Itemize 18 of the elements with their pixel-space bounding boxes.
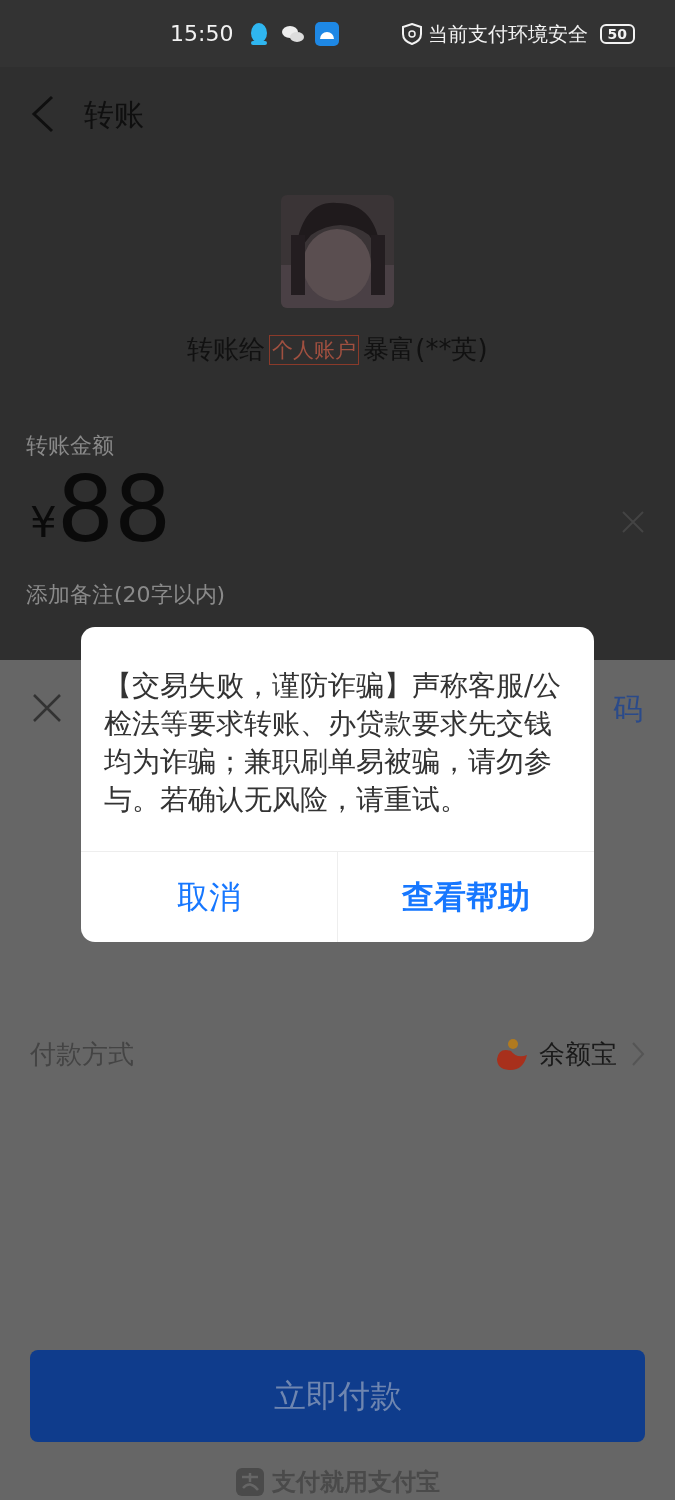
dialog-button[interactable]: 取消 xyxy=(81,852,337,942)
pay-button[interactable]: 立即付款 xyxy=(30,1350,645,1442)
chat-bubbles-icon xyxy=(281,23,306,44)
battery-icon: 50 xyxy=(599,23,635,44)
back-icon[interactable] xyxy=(30,95,54,134)
close-icon[interactable] xyxy=(32,693,62,723)
security-text: 当前支付环境安全 xyxy=(427,20,588,48)
shield-icon xyxy=(401,22,422,45)
payment-method-value[interactable]: 余额宝 xyxy=(539,1034,617,1074)
dialog-button[interactable]: 查看帮助 xyxy=(337,852,594,942)
amount-label: 转账金额 xyxy=(26,432,115,461)
penguin-icon xyxy=(249,21,270,46)
account-type-tag: 个人账户 xyxy=(269,334,360,365)
status-time: 15:50 xyxy=(170,20,234,49)
coin-fish-icon xyxy=(495,1037,529,1071)
dialog-message: 【交易失败，谨防诈骗】声称客服/公检法等要求转账、办贷款要求先交钱均为诈骗；兼职刷单易被骗，请勿参与。若确认无风险，请重试。 xyxy=(103,668,563,818)
remark-field[interactable]: 添加备注(20字以内) xyxy=(26,578,426,612)
currency-symbol: ¥ xyxy=(30,497,57,550)
